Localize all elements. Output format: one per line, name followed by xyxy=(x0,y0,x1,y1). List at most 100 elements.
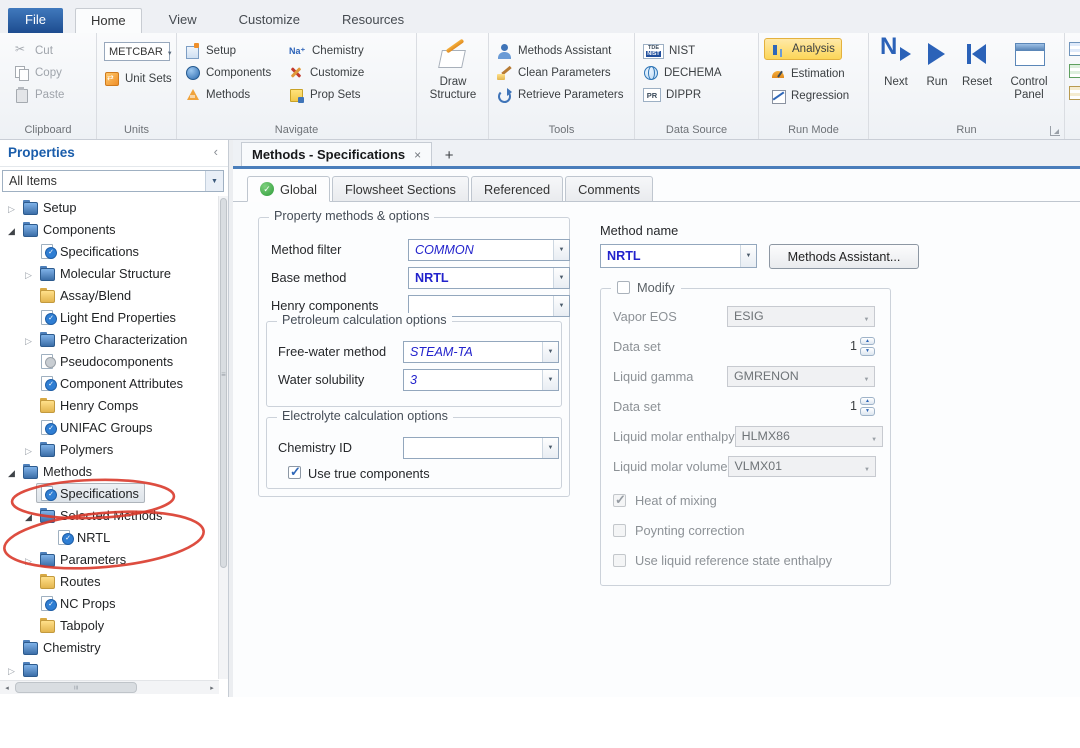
tree-item[interactable]: Chemistry xyxy=(0,636,219,658)
modify-checkbox[interactable] xyxy=(617,281,630,294)
tree-item[interactable]: Specifications xyxy=(0,482,219,504)
methods-button[interactable]: Methods xyxy=(185,85,250,105)
close-tab-icon[interactable] xyxy=(414,148,421,162)
retrieve-parameters-button[interactable]: Retrieve Parameters xyxy=(497,85,623,105)
customize-button[interactable]: Customize xyxy=(289,63,364,83)
tree-item[interactable]: Henry Comps xyxy=(0,394,219,416)
estimation-mode-button[interactable]: Estimation xyxy=(770,64,845,84)
form-tab[interactable]: Comments xyxy=(565,176,654,202)
spin-down-icon[interactable] xyxy=(860,407,875,416)
paste-button[interactable]: Paste xyxy=(14,85,64,105)
modify-option-row[interactable]: Poynting correction xyxy=(613,515,875,545)
methods-assistant-button[interactable]: Methods Assistant xyxy=(497,41,611,61)
spinner-control[interactable] xyxy=(860,336,875,357)
tree-item[interactable]: Polymers xyxy=(0,438,219,460)
tree-item[interactable]: Light End Properties xyxy=(0,306,219,328)
chemistry-button[interactable]: Na⁺ Chemistry xyxy=(289,41,364,61)
analysis-mode-button[interactable]: Analysis xyxy=(764,38,842,60)
tree-item[interactable]: Component Attributes xyxy=(0,372,219,394)
scroll-right-arrow[interactable]: ▸ xyxy=(205,684,219,692)
modify-checkbox-label[interactable]: Modify xyxy=(611,280,681,295)
components-button[interactable]: Components xyxy=(185,63,271,83)
collapse-pane-icon[interactable] xyxy=(214,144,218,159)
unit-set-combobox[interactable]: METCBAR xyxy=(104,42,170,61)
chevron-down-icon[interactable] xyxy=(553,268,569,288)
vertical-scrollbar[interactable] xyxy=(218,196,228,679)
dechema-button[interactable]: DECHEMA xyxy=(643,63,722,83)
dialog-launcher-icon[interactable] xyxy=(1050,126,1060,136)
use-true-components-checkbox[interactable] xyxy=(288,464,301,480)
next-button[interactable]: Next xyxy=(875,38,917,89)
control-panel-button[interactable]: Control Panel xyxy=(999,38,1059,102)
dippr-button[interactable]: PR DIPPR xyxy=(643,85,701,105)
spin-up-icon[interactable] xyxy=(860,336,875,345)
nist-button[interactable]: TDE NIST NIST xyxy=(643,41,695,61)
methods-assistant-dialog-button[interactable]: Methods Assistant... xyxy=(769,244,919,269)
ribbon-tab[interactable]: View xyxy=(154,8,212,33)
scrollbar-thumb[interactable] xyxy=(15,682,137,693)
tree-item[interactable]: Setup xyxy=(0,196,219,218)
method-name-combobox[interactable]: NRTL xyxy=(600,244,757,268)
tree-item[interactable]: Parameters xyxy=(0,548,219,570)
setup-button[interactable]: Setup xyxy=(185,41,236,61)
copy-button[interactable]: Copy xyxy=(14,63,62,83)
unit-sets-button[interactable]: Unit Sets xyxy=(104,69,172,89)
chevron-down-icon[interactable] xyxy=(542,370,558,390)
tree-item[interactable]: NC Props xyxy=(0,592,219,614)
ribbon-tab[interactable]: Home xyxy=(74,8,142,33)
form-tab[interactable]: Flowsheet Sections xyxy=(332,176,469,202)
tree-item[interactable]: Routes xyxy=(0,570,219,592)
spin-up-icon[interactable] xyxy=(860,396,875,405)
regression-mode-button[interactable]: Regression xyxy=(770,86,849,106)
document-tab-active[interactable]: Methods - Specifications xyxy=(241,142,433,166)
expander-icon[interactable] xyxy=(21,552,36,567)
expander-icon[interactable] xyxy=(21,508,36,523)
expander-icon[interactable] xyxy=(4,662,19,677)
free-water-method-combobox[interactable]: STEAM-TA xyxy=(403,341,559,363)
chevron-down-icon[interactable] xyxy=(542,342,558,362)
draw-structure-button[interactable]: Draw Structure xyxy=(427,38,479,102)
checkbox-icon[interactable] xyxy=(613,553,626,567)
checkbox-icon[interactable] xyxy=(613,523,626,537)
scroll-left-arrow[interactable]: ◂ xyxy=(0,684,14,692)
run-button[interactable]: Run xyxy=(919,38,955,89)
chevron-down-icon[interactable] xyxy=(205,171,223,191)
ribbon-tab[interactable]: Resources xyxy=(327,8,419,33)
method-filter-combobox[interactable]: COMMON xyxy=(408,239,570,261)
expander-icon[interactable] xyxy=(21,442,36,457)
tree-item[interactable]: NRTL xyxy=(0,526,219,548)
tree-item[interactable]: UNIFAC Groups xyxy=(0,416,219,438)
tree-item[interactable]: Specifications xyxy=(0,240,219,262)
new-tab-button[interactable] xyxy=(437,144,461,166)
tree-item[interactable]: Molecular Structure xyxy=(0,262,219,284)
ribbon-tab[interactable]: File xyxy=(8,8,63,33)
tree-item[interactable]: Petro Characterization xyxy=(0,328,219,350)
tree-item[interactable]: Assay/Blend xyxy=(0,284,219,306)
chevron-down-icon[interactable] xyxy=(553,296,569,316)
chemistry-id-combobox[interactable] xyxy=(403,437,559,459)
chevron-down-icon[interactable] xyxy=(542,438,558,458)
tree-item[interactable] xyxy=(0,658,219,679)
modify-option-row[interactable]: Heat of mixing xyxy=(613,485,875,515)
chevron-down-icon[interactable] xyxy=(740,245,756,267)
ribbon-tab[interactable]: Customize xyxy=(224,8,315,33)
expander-icon[interactable] xyxy=(21,332,36,347)
expander-icon[interactable] xyxy=(4,222,19,237)
modify-option-row[interactable]: Use liquid reference state enthalpy xyxy=(613,545,875,575)
tree-item[interactable]: Pseudocomponents xyxy=(0,350,219,372)
prop-sets-button[interactable]: Prop Sets xyxy=(289,85,361,105)
tree-item[interactable]: Components xyxy=(0,218,219,240)
spinner-control[interactable] xyxy=(860,396,875,417)
scrollbar-thumb[interactable] xyxy=(220,198,227,568)
tree-filter-combobox[interactable]: All Items xyxy=(2,170,224,192)
spin-down-icon[interactable] xyxy=(860,347,875,356)
expander-icon[interactable] xyxy=(21,266,36,281)
form-tab[interactable]: Referenced xyxy=(470,176,564,202)
cut-button[interactable]: Cut xyxy=(14,41,53,61)
tree-item[interactable]: Selected Methods xyxy=(0,504,219,526)
clean-parameters-button[interactable]: Clean Parameters xyxy=(497,63,611,83)
water-solubility-combobox[interactable]: 3 xyxy=(403,369,559,391)
horizontal-scrollbar[interactable]: ◂ ▸ xyxy=(0,680,219,694)
tree-item[interactable]: Methods xyxy=(0,460,219,482)
form-tab[interactable]: Global xyxy=(247,176,330,202)
